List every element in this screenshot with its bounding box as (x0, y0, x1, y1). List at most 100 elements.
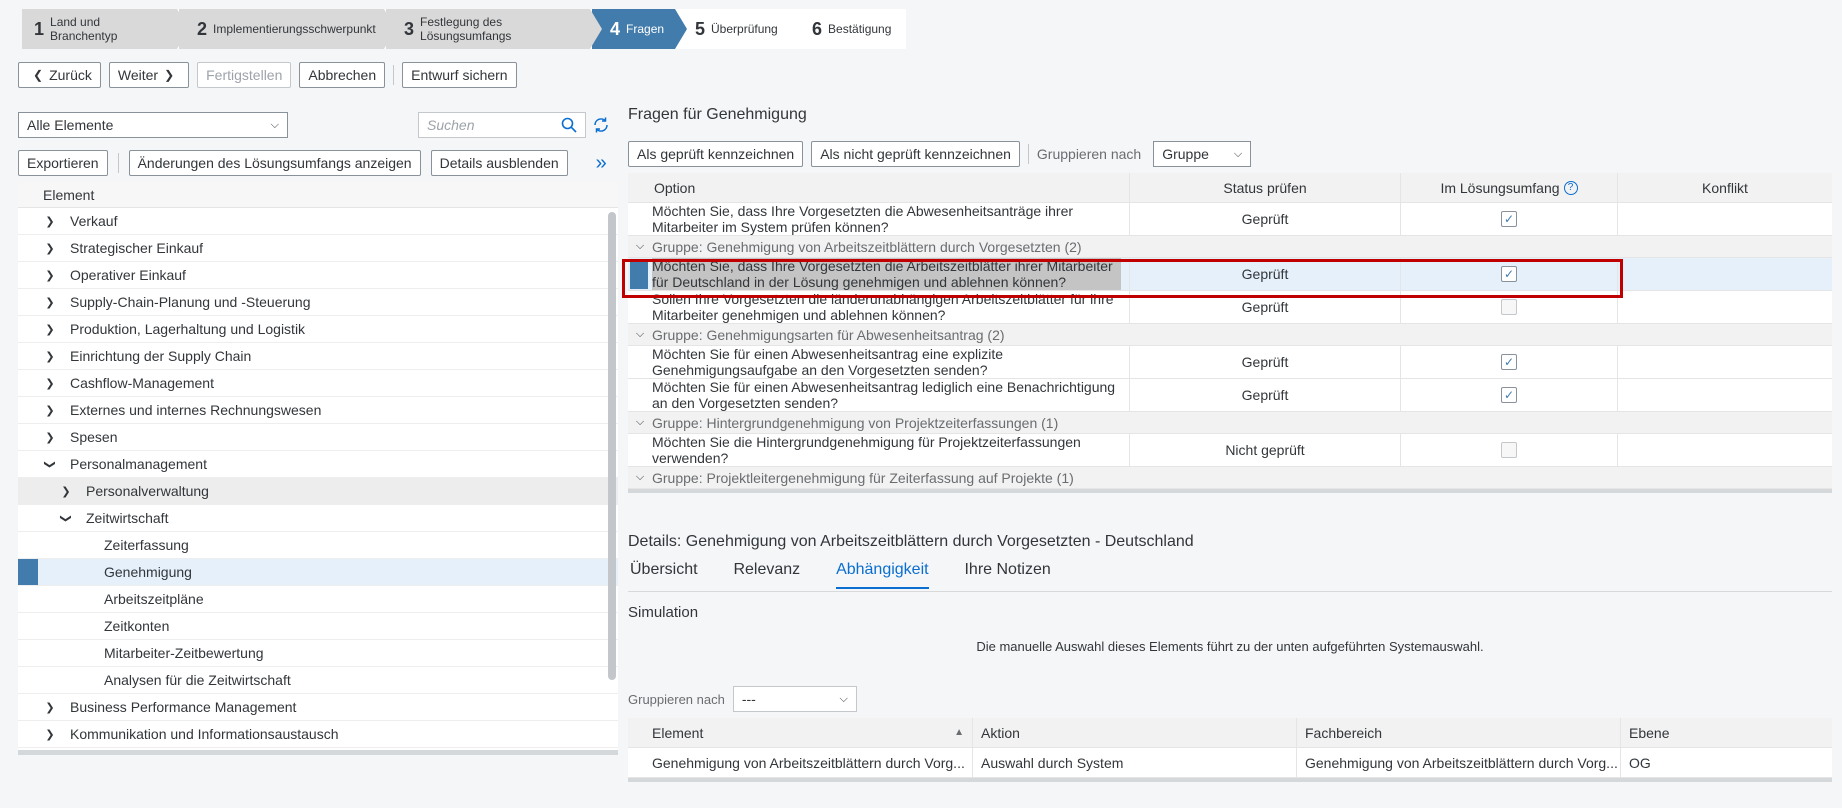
chevron-right-icon[interactable]: ❯ (42, 404, 58, 417)
cancel-button[interactable]: Abbrechen (299, 62, 386, 88)
group-header[interactable]: ⌵ Gruppe: Hintergrundgenehmigung von Proj… (628, 412, 1832, 434)
wizard-step-2[interactable]: 2 Implementierungsschwerpunkt (179, 9, 396, 49)
chevron-right-icon[interactable]: ❯ (42, 269, 58, 282)
in-scope-checkbox[interactable] (1501, 299, 1517, 315)
chevron-right-icon[interactable]: ❯ (42, 431, 58, 444)
wizard-step-4[interactable]: 4 Fragen (592, 9, 687, 49)
group-header[interactable]: ⌵ Gruppe: Projektleitergenehmigung für Ze… (628, 467, 1832, 489)
tree-item[interactable]: Mitarbeiter-Zeitbewertung (18, 640, 618, 667)
in-scope-checkbox[interactable]: ✓ (1501, 354, 1517, 370)
tree-item[interactable]: ❯ Einrichtung der Supply Chain (18, 343, 618, 370)
help-icon[interactable]: ? (1563, 180, 1578, 195)
element-tree: Element ❯ Verkauf ❯ Strategischer Einkauf … (18, 182, 618, 752)
tab-relevance[interactable]: Relevanz (733, 561, 800, 587)
table-row[interactable]: Genehmigung von Arbeitszeitblättern durc… (628, 748, 1832, 778)
next-button[interactable]: Weiter ❯ (108, 62, 190, 88)
column-option: Option (628, 173, 1130, 202)
element-filter-select[interactable]: Alle Elemente ⌵ (18, 112, 288, 138)
chevron-right-icon[interactable]: ❯ (42, 377, 58, 390)
chevron-down-icon[interactable]: ❯ (44, 456, 57, 472)
chevron-down-icon[interactable]: ⌵ (632, 416, 648, 429)
table-row[interactable]: Möchten Sie die Hintergrundgenehmigung f… (628, 434, 1832, 467)
tree-item[interactable]: ❯ Cashflow-Management (18, 370, 618, 397)
chevron-right-icon[interactable]: ❯ (42, 296, 58, 309)
chevron-right-icon[interactable]: ❯ (58, 485, 74, 498)
show-changes-button[interactable]: Änderungen des Lösungsumfangs anzeigen (128, 150, 421, 176)
tab-dependency[interactable]: Abhängigkeit (836, 561, 929, 589)
wizard-steps: 1 Land und Branchentyp 2 Implementierungss… (22, 9, 906, 49)
back-button[interactable]: ❮ Zurück (18, 62, 101, 88)
in-scope-checkbox[interactable]: ✓ (1501, 211, 1517, 227)
chevron-right-icon[interactable]: ❯ (42, 701, 58, 714)
group-by-select[interactable]: Gruppe ⌵ (1153, 141, 1252, 167)
tree-item[interactable]: ❯ Strategischer Einkauf (18, 235, 618, 262)
wizard-step-5[interactable]: 5 Überprüfung (677, 9, 804, 49)
column-action: Aktion (973, 718, 1297, 747)
tree-item[interactable]: Analysen für die Zeitwirtschaft (18, 667, 618, 694)
chevron-down-icon[interactable]: ⌵ (632, 328, 648, 341)
double-chevron-right-icon[interactable]: » (596, 152, 607, 175)
questions-toolbar-separator (1027, 144, 1029, 164)
in-scope-checkbox[interactable]: ✓ (1501, 387, 1517, 403)
chevron-down-icon[interactable]: ⌵ (632, 240, 648, 253)
search-icon[interactable] (561, 117, 577, 133)
wizard-step-1[interactable]: 1 Land und Branchentyp (22, 9, 189, 49)
chevron-down-icon[interactable]: ❯ (60, 510, 73, 526)
tree-item[interactable]: Zeiterfassung (18, 532, 618, 559)
sort-ascending-icon[interactable]: ▲ (954, 725, 964, 741)
chevron-right-icon[interactable]: ❯ (42, 215, 58, 228)
in-scope-checkbox[interactable] (1501, 442, 1517, 458)
tree-item[interactable]: ❯ Externes und internes Rechnungswesen (18, 397, 618, 424)
tree-item[interactable]: ❯ Personalmanagement (18, 451, 618, 478)
chevron-right-icon[interactable]: ❯ (42, 323, 58, 336)
mark-unchecked-button[interactable]: Als nicht geprüft kennzeichnen (811, 141, 1020, 167)
tab-overview[interactable]: Übersicht (630, 561, 698, 587)
table-row[interactable]: Möchten Sie, dass Ihre Vorgesetzten die … (628, 203, 1832, 236)
column-in-scope: Im Lösungsumfang? (1401, 173, 1618, 202)
chevron-down-icon[interactable]: ⌵ (632, 471, 648, 484)
search-input[interactable]: Suchen (418, 112, 586, 138)
tree-item[interactable]: Zeitkonten (18, 613, 618, 640)
wizard-step-3[interactable]: 3 Festlegung des Lösungsumfangs (386, 9, 602, 49)
tree-item[interactable]: ❯ Kommunikation und Informationsaustausch (18, 721, 618, 748)
simulation-hscrollbar[interactable] (628, 778, 1832, 782)
chevron-right-icon[interactable]: ❯ (42, 728, 58, 741)
tree-item[interactable]: Arbeitszeitpläne (18, 586, 618, 613)
tree-item[interactable]: ❯ Zeitwirtschaft (18, 505, 618, 532)
group-header[interactable]: ⌵ Gruppe: Genehmigung von Arbeitszeitblät… (628, 236, 1832, 258)
tab-notes[interactable]: Ihre Notizen (964, 561, 1050, 587)
save-draft-button[interactable]: Entwurf sichern (402, 62, 517, 88)
left-toolbar-separator (117, 153, 119, 173)
chevron-right-icon[interactable]: ❯ (42, 242, 58, 255)
details-title: Details: Genehmigung von Arbeitszeitblät… (628, 533, 1194, 550)
tree-item[interactable]: ❯ Operativer Einkauf (18, 262, 618, 289)
tree-item[interactable]: ❯ Spesen (18, 424, 618, 451)
mark-checked-button[interactable]: Als geprüft kennzeichnen (628, 141, 804, 167)
refresh-icon[interactable] (592, 116, 610, 134)
tree-hscrollbar[interactable] (18, 750, 618, 755)
tree-item[interactable]: ❯ Produktion, Lagerhaltung und Logistik (18, 316, 618, 343)
column-level: Ebene (1629, 724, 1670, 741)
tree-item[interactable]: ❯ Supply-Chain-Planung und -Steuerung (18, 289, 618, 316)
chevron-right-icon[interactable]: ❯ (42, 350, 58, 363)
group-header[interactable]: ⌵ Gruppe: Genehmigungsarten für Abwesenhe… (628, 324, 1832, 346)
tree-item[interactable]: ❯ Business Performance Management (18, 694, 618, 721)
chevron-down-icon: ⌵ (839, 692, 848, 705)
wizard-step-6[interactable]: 6 Bestätigung (794, 9, 904, 49)
tree-item[interactable]: ❯ Verkauf (18, 208, 618, 235)
table-row[interactable]: Möchten Sie für einen Abwesenheitsantrag… (628, 346, 1832, 379)
tree-scrollbar[interactable] (608, 212, 616, 680)
hide-details-button[interactable]: Details ausblenden (430, 150, 568, 176)
details-group-by-select[interactable]: --- ⌵ (732, 686, 857, 712)
finish-button[interactable]: Fertigstellen (197, 62, 292, 88)
questions-hscrollbar[interactable] (628, 489, 1832, 493)
column-status: Status prüfen (1130, 173, 1401, 202)
table-row[interactable]: Möchten Sie für einen Abwesenheitsantrag… (628, 379, 1832, 412)
tree-item-selected[interactable]: Genehmigung (18, 559, 618, 586)
tree-item[interactable]: ❯ Personalverwaltung (18, 478, 618, 505)
selection-marker (18, 559, 38, 585)
details-tabs: Übersicht Relevanz Abhängigkeit Ihre Not… (630, 561, 1083, 589)
export-button[interactable]: Exportieren (18, 150, 108, 176)
table-header-row: Option Status prüfen Im Lösungsumfang? K… (628, 173, 1832, 203)
wizard-toolbar: ❮ Zurück Weiter ❯ Fertigstellen Abbrechen … (18, 62, 517, 88)
